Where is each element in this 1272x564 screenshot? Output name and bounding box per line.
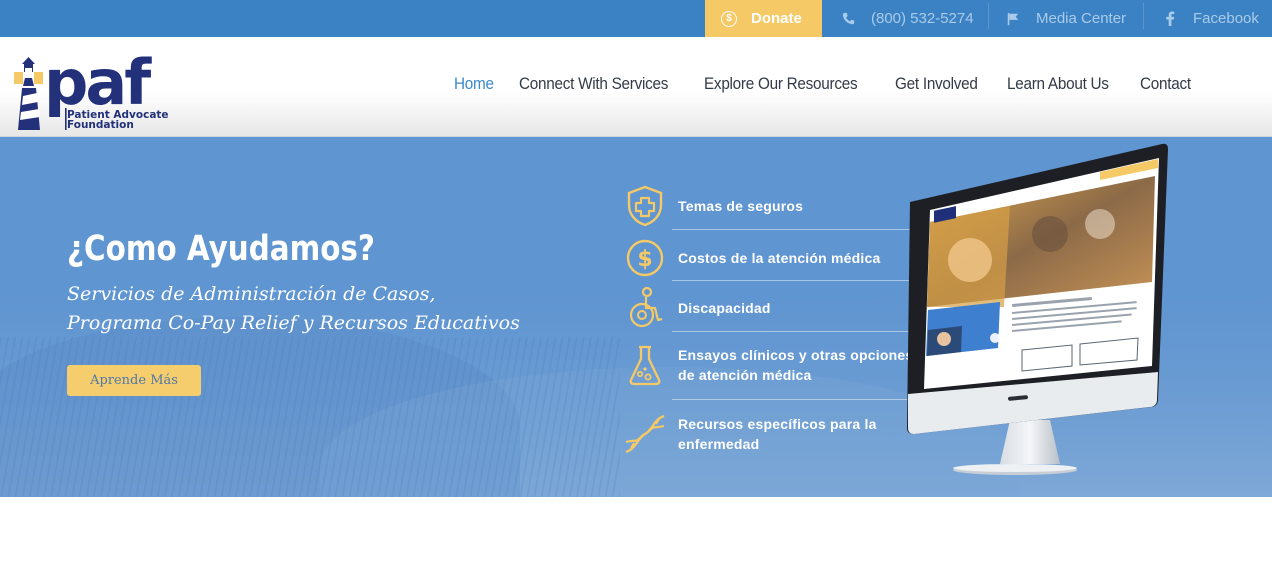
flag-icon	[1006, 12, 1020, 26]
top-utility-bar: $ Donate (800) 532-5274 Media Center Fac…	[0, 0, 1272, 37]
feature-divider	[672, 280, 917, 281]
divider	[1143, 3, 1144, 29]
phone-link[interactable]: (800) 532-5274	[841, 0, 974, 37]
feature-costs[interactable]: $ Costos de la atención médica	[622, 235, 922, 281]
feature-label: Ensayos clínicos y otras opciones de aten…	[678, 347, 914, 383]
hero-subtitle-line: Servicios de Administración de Casos,	[67, 283, 436, 305]
donate-label: Donate	[751, 10, 802, 27]
learn-more-button[interactable]: Aprende Más	[67, 365, 201, 396]
shield-plus-icon	[622, 183, 668, 229]
phone-icon	[841, 12, 855, 26]
svg-text:Foundation: Foundation	[67, 119, 134, 131]
background-grass	[0, 337, 620, 497]
site-logo[interactable]: paf Patient Advocate Foundation	[10, 44, 196, 132]
flask-icon	[622, 342, 668, 388]
main-nav: Home Connect With Services Explore Our R…	[454, 74, 1196, 94]
site-header: paf Patient Advocate Foundation Home Con…	[0, 37, 1272, 137]
hero-subtitle: Servicios de Administración de Casos, Pr…	[67, 280, 587, 338]
feature-disease-resources[interactable]: Recursos específicos para la enfermedad	[622, 411, 922, 457]
feature-divider	[672, 399, 917, 400]
hero-banner: ¿Como Ayudamos? Servicios de Administrac…	[0, 137, 1272, 497]
phone-number: (800) 532-5274	[871, 10, 974, 27]
feature-divider	[672, 229, 917, 230]
hero-title: ¿Como Ayudamos?	[67, 229, 375, 269]
feature-label: Temas de seguros	[678, 198, 804, 214]
feature-disability[interactable]: Discapacidad	[622, 285, 922, 331]
feature-label: Costos de la atención médica	[678, 250, 881, 266]
feature-label: Discapacidad	[678, 300, 771, 316]
lighthouse-logo-mark	[14, 57, 43, 130]
nav-explore-our-resources[interactable]: Explore Our Resources	[704, 74, 858, 94]
facebook-icon	[1163, 11, 1177, 26]
nav-connect-with-services[interactable]: Connect With Services	[519, 74, 668, 94]
feature-divider	[672, 331, 917, 332]
nav-get-involved[interactable]: Get Involved	[895, 74, 978, 94]
facebook-label: Facebook	[1193, 10, 1259, 27]
divider	[988, 3, 989, 29]
nav-home[interactable]: Home	[454, 74, 494, 94]
feature-label: Recursos específicos para la enfermedad	[678, 416, 877, 452]
dollar-circle-icon: $	[622, 235, 668, 281]
facebook-link[interactable]: Facebook	[1163, 0, 1259, 37]
media-center-link[interactable]: Media Center	[1006, 0, 1126, 37]
nav-learn-about-us[interactable]: Learn About Us	[1007, 74, 1109, 94]
svg-text:$: $	[637, 247, 652, 272]
donate-button[interactable]: $ Donate	[705, 0, 822, 37]
feature-insurance[interactable]: Temas de seguros	[622, 183, 922, 229]
hero-subtitle-line: Programa Co-Pay Relief y Recursos Educat…	[67, 312, 520, 334]
media-center-label: Media Center	[1036, 10, 1127, 27]
website-monitor-illustration	[900, 142, 1190, 487]
wheelchair-icon	[622, 285, 668, 331]
nav-contact[interactable]: Contact	[1140, 74, 1191, 94]
dna-icon	[622, 411, 668, 457]
feature-clinical-trials[interactable]: Ensayos clínicos y otras opciones de aten…	[622, 342, 922, 388]
dollar-coin-icon: $	[721, 10, 737, 27]
